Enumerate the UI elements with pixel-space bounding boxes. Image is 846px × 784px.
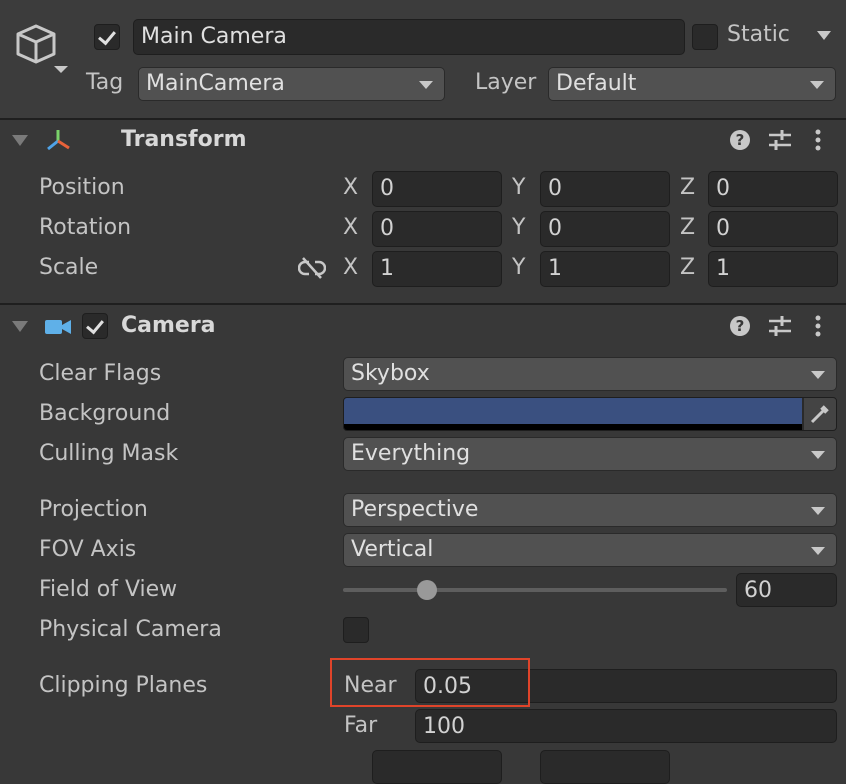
near-highlight-box (330, 658, 530, 707)
divider (0, 118, 846, 120)
chevron-down-icon (811, 547, 825, 555)
position-z-input[interactable]: 0 (708, 171, 838, 207)
culling-mask-value: Everything (351, 441, 471, 466)
fov-axis-label: FOV Axis (39, 537, 137, 562)
rotation-z-input[interactable]: 0 (708, 211, 838, 247)
fov-axis-dropdown[interactable]: Vertical (343, 533, 837, 567)
row-label: Scale (39, 255, 99, 280)
presets-icon[interactable] (767, 314, 793, 340)
chevron-down-icon (811, 371, 825, 379)
tag-dropdown[interactable]: MainCamera (138, 67, 445, 101)
chevron-down-icon (811, 451, 825, 459)
kebab-menu-icon[interactable] (808, 128, 828, 154)
layer-dropdown[interactable]: Default (548, 67, 836, 101)
svg-text:?: ? (736, 317, 745, 335)
rotation-x-input[interactable]: 0 (372, 211, 502, 247)
axis-z-label[interactable]: Z (680, 215, 695, 240)
static-checkbox[interactable] (692, 24, 718, 50)
camera-icon (44, 315, 72, 339)
scale-z-input[interactable]: 1 (708, 251, 838, 287)
axis-y-label[interactable]: Y (512, 215, 525, 240)
culling-mask-label: Culling Mask (39, 441, 179, 466)
tag-value: MainCamera (146, 71, 285, 96)
kebab-menu-icon[interactable] (808, 314, 828, 340)
clipping-planes-label: Clipping Planes (39, 673, 208, 698)
transform-foldout-icon[interactable] (12, 135, 28, 146)
camera-enabled-checkbox[interactable] (82, 313, 108, 339)
culling-mask-dropdown[interactable]: Everything (343, 437, 837, 471)
help-icon[interactable]: ? (728, 314, 754, 340)
background-label: Background (39, 401, 171, 426)
static-label: Static (727, 22, 790, 47)
axis-y-label[interactable]: Y (512, 255, 525, 280)
axis-x-label[interactable]: X (343, 255, 358, 280)
background-color-field[interactable] (343, 397, 837, 431)
object-name-input[interactable]: Main Camera (133, 19, 685, 55)
static-dropdown-icon[interactable] (817, 31, 831, 40)
help-icon[interactable]: ? (728, 128, 754, 154)
axis-z-label[interactable]: Z (680, 255, 695, 280)
scale-y-input[interactable]: 1 (540, 251, 670, 287)
svg-text:?: ? (736, 131, 745, 149)
tag-label: Tag (86, 70, 124, 95)
fov-value-input[interactable]: 60 (736, 573, 837, 607)
camera-foldout-icon[interactable] (12, 321, 28, 332)
active-checkbox[interactable] (94, 24, 120, 50)
axis-z-label[interactable]: Z (680, 175, 695, 200)
scale-x-input[interactable]: 1 (372, 251, 502, 287)
link-broken-icon[interactable] (297, 256, 327, 280)
axis-x-label[interactable]: X (343, 215, 358, 240)
layer-label: Layer (475, 70, 537, 95)
viewport-x-input[interactable] (372, 750, 502, 784)
transform-title: Transform (121, 127, 247, 152)
projection-dropdown[interactable]: Perspective (343, 493, 837, 527)
presets-icon[interactable] (767, 128, 793, 154)
chevron-down-icon (811, 507, 825, 515)
camera-title: Camera (121, 313, 216, 338)
chevron-down-icon (810, 81, 824, 89)
checkmark-icon (86, 315, 104, 335)
projection-value: Perspective (351, 497, 479, 522)
position-x-input[interactable]: 0 (372, 171, 502, 207)
alpha-bar (344, 424, 802, 430)
physical-camera-checkbox[interactable] (343, 617, 369, 643)
background-color-swatch[interactable] (344, 398, 802, 424)
field-of-view-label: Field of View (39, 577, 178, 602)
axis-x-label[interactable]: X (343, 175, 358, 200)
cube-icon[interactable] (14, 22, 70, 78)
clear-flags-label: Clear Flags (39, 361, 162, 386)
physical-camera-label: Physical Camera (39, 617, 222, 642)
row-label: Rotation (39, 215, 132, 240)
rotation-y-input[interactable]: 0 (540, 211, 670, 247)
far-input[interactable]: 100 (415, 709, 837, 743)
layer-value: Default (556, 71, 637, 96)
checkmark-icon (98, 26, 116, 46)
position-y-input[interactable]: 0 (540, 171, 670, 207)
fov-slider-thumb[interactable] (417, 580, 438, 600)
far-label: Far (344, 713, 378, 738)
clear-flags-dropdown[interactable]: Skybox (343, 357, 837, 391)
clear-flags-value: Skybox (351, 361, 430, 386)
viewport-y-input[interactable] (540, 750, 670, 784)
fov-slider-track[interactable] (343, 580, 727, 600)
fov-axis-value: Vertical (351, 537, 434, 562)
transform-axes-icon (44, 127, 72, 155)
axis-y-label[interactable]: Y (512, 175, 525, 200)
eyedropper-icon[interactable] (804, 398, 836, 430)
projection-label: Projection (39, 497, 148, 522)
divider (0, 303, 846, 305)
chevron-down-icon (419, 81, 433, 89)
row-label: Position (39, 175, 125, 200)
